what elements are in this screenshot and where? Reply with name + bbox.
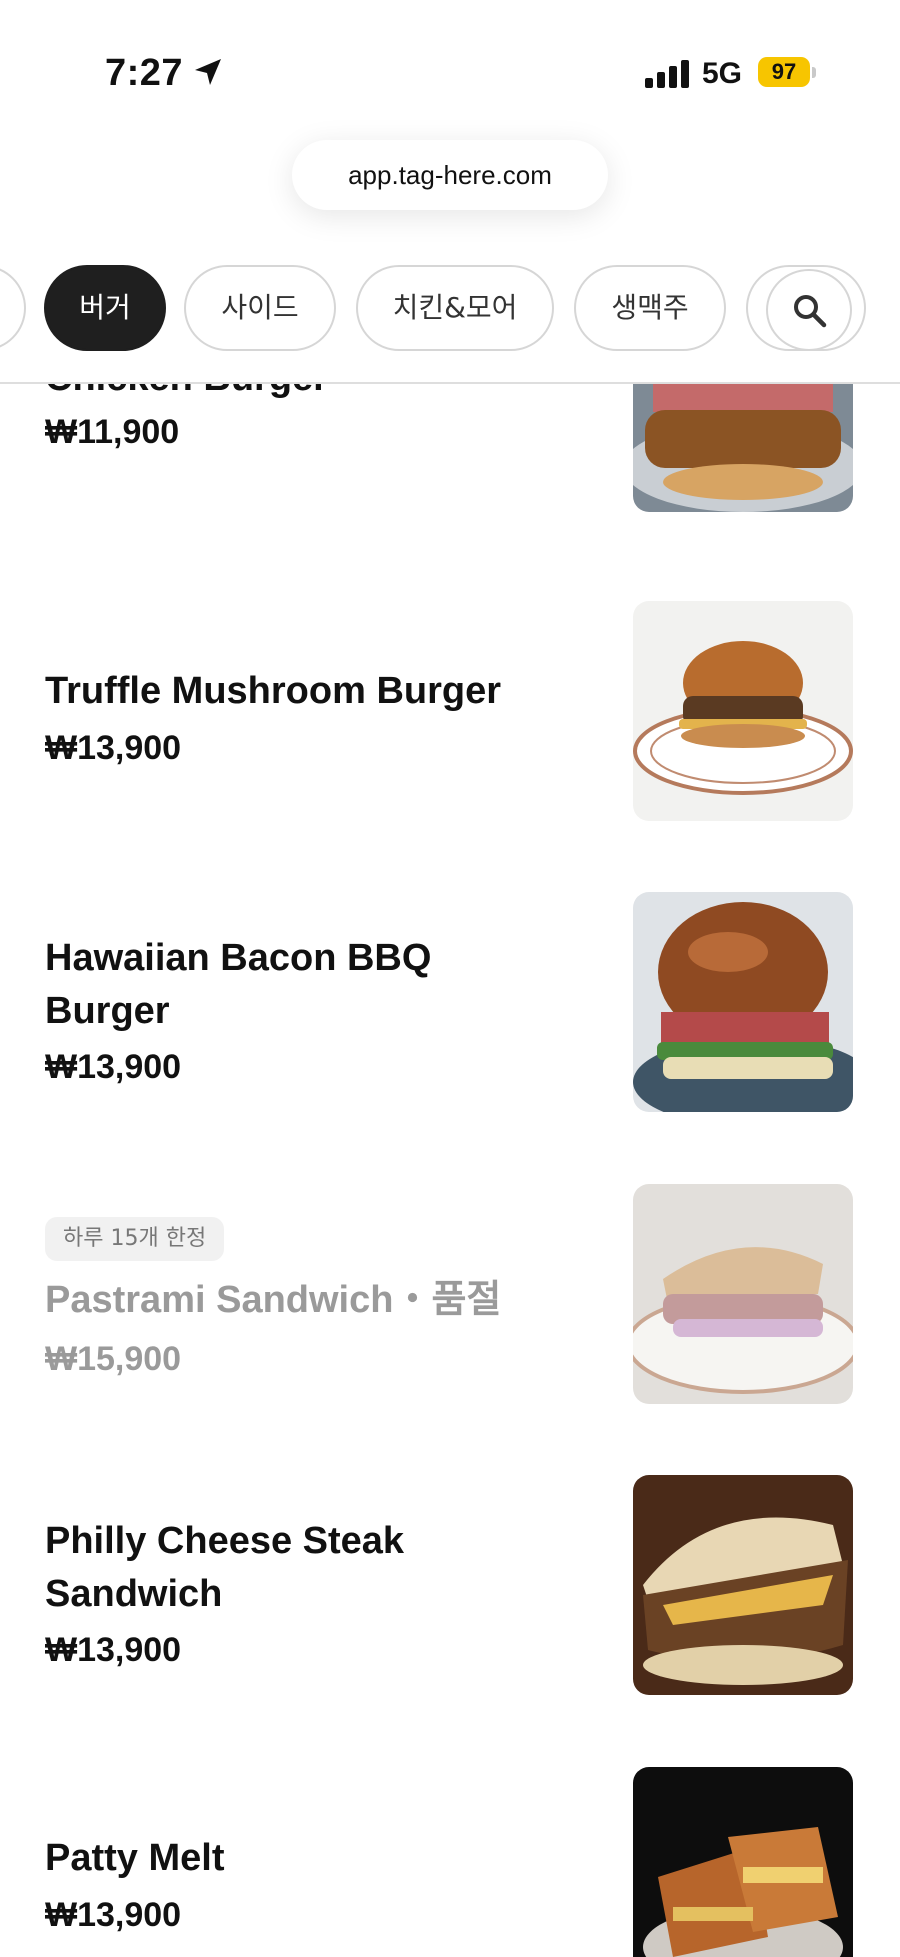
category-chip-burger[interactable]: 버거 <box>44 265 166 351</box>
menu-item-patty-melt[interactable]: Patty Melt ₩13,900 <box>0 1767 900 1957</box>
status-bar: 7:27 5G 97 <box>0 0 900 140</box>
category-chip-side[interactable]: 사이드 <box>184 265 336 351</box>
item-name: Philly Cheese Steak Sandwich <box>45 1520 405 1615</box>
status-time: 7:27 <box>105 52 184 94</box>
search-button[interactable] <box>766 269 852 351</box>
item-price: ₩11,900 <box>45 413 180 451</box>
category-tabs: 버거 사이드 치킨&모어 생맥주 <box>0 262 900 384</box>
search-icon <box>794 295 827 328</box>
item-name: Patty Melt <box>45 1837 225 1879</box>
item-price: ₩13,900 <box>45 729 182 767</box>
menu-list: Chicken Burger ₩11,900 Truffle Mushroom … <box>0 382 900 1957</box>
item-name: Truffle Mushroom Burger <box>45 670 502 712</box>
menu-item-truffle-mushroom-burger[interactable]: Truffle Mushroom Burger ₩13,900 <box>0 600 900 822</box>
patty-melt-photo <box>633 1767 853 1957</box>
battery-level: 97 <box>771 59 797 84</box>
item-price: ₩13,900 <box>45 1048 182 1086</box>
pastrami-sandwich-photo <box>633 1184 853 1404</box>
item-name: Chicken Burger <box>45 382 565 405</box>
item-price: ₩13,900 <box>45 1896 182 1934</box>
item-price: ₩13,900 <box>45 1631 182 1669</box>
chicken-burger-photo <box>633 382 853 512</box>
category-chip-chicken-more[interactable]: 치킨&모어 <box>356 265 554 351</box>
menu-item-philly-cheese-steak[interactable]: Philly Cheese Steak Sandwich ₩13,900 <box>0 1475 900 1697</box>
limited-badge: 하루 15개 한정 <box>45 1217 225 1261</box>
item-name: Hawaiian Bacon BBQ Burger <box>45 937 432 1032</box>
category-chip-draft-beer[interactable]: 생맥주 <box>574 265 726 351</box>
truffle-mushroom-burger-photo <box>633 601 853 821</box>
category-chip-partial[interactable] <box>0 265 26 351</box>
menu-item-hawaiian-bacon-bbq-burger[interactable]: Hawaiian Bacon BBQ Burger ₩13,900 <box>0 892 900 1114</box>
item-price: ₩15,900 <box>45 1340 182 1378</box>
location-arrow-icon <box>195 59 221 85</box>
philly-cheese-steak-photo <box>633 1475 853 1695</box>
menu-item-pastrami-sandwich[interactable]: 하루 15개 한정 Pastrami Sandwich・품절 ₩15,900 <box>0 1184 900 1406</box>
signal-icon <box>645 60 689 88</box>
item-name: Pastrami Sandwich・품절 <box>45 1279 502 1321</box>
battery-icon: 97 <box>758 57 816 87</box>
menu-item-chicken-burger[interactable]: Chicken Burger ₩11,900 <box>0 382 900 522</box>
network-type: 5G <box>702 57 743 90</box>
hawaiian-bacon-bbq-burger-photo <box>633 892 853 1112</box>
url-bar[interactable]: app.tag-here.com <box>292 140 608 210</box>
